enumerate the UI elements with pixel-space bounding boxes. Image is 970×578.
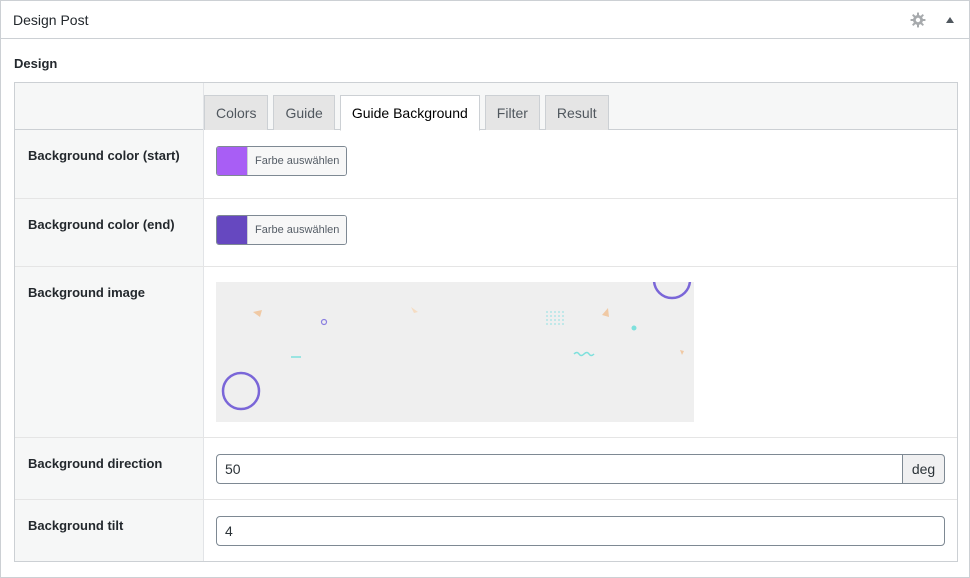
direction-input-group: 50 deg <box>216 454 945 484</box>
unit-addon: deg <box>903 454 945 484</box>
header-actions <box>907 1 961 39</box>
direction-input[interactable]: 50 <box>216 454 903 484</box>
field-cell <box>204 267 957 437</box>
row-background-direction: Background direction 50 deg <box>15 438 957 500</box>
field-label: Background image <box>15 267 204 437</box>
field-label: Background color (start) <box>15 130 204 198</box>
tabs-row: Colors Guide Guide Background Filter Res… <box>15 83 957 131</box>
tab-filter[interactable]: Filter <box>484 95 540 130</box>
color-picker-end[interactable]: Farbe auswählen <box>216 215 348 245</box>
field-cell: 4 <box>204 500 957 561</box>
field-cell: 50 deg <box>204 438 957 499</box>
color-swatch <box>217 147 248 175</box>
row-background-image: Background image <box>15 267 957 438</box>
field-label: Background color (end) <box>15 199 204 266</box>
tab-colors[interactable]: Colors <box>204 95 269 130</box>
tab-bar: Colors Guide Guide Background Filter Res… <box>204 95 609 131</box>
field-label: Background tilt <box>15 500 204 561</box>
metabox-header: Design Post <box>1 1 969 39</box>
row-background-tilt: Background tilt 4 <box>15 500 957 561</box>
tab-guide-background[interactable]: Guide Background <box>339 95 480 131</box>
gear-icon[interactable] <box>907 9 929 31</box>
metabox-title: Design Post <box>13 11 89 28</box>
background-image-preview[interactable] <box>216 282 694 422</box>
select-color-button[interactable]: Farbe auswählen <box>248 216 347 244</box>
row-background-color-start: Background color (start) Farbe auswählen <box>15 130 957 199</box>
tab-result[interactable]: Result <box>544 95 609 130</box>
field-label: Background direction <box>15 438 204 499</box>
color-swatch <box>217 216 248 244</box>
field-cell: Farbe auswählen <box>204 199 957 266</box>
row-background-color-end: Background color (end) Farbe auswählen <box>15 199 957 267</box>
tabs-row-label-cell <box>15 83 204 130</box>
section-label-design: Design <box>14 56 58 71</box>
tab-guide[interactable]: Guide <box>273 95 335 130</box>
design-settings-table: Colors Guide Guide Background Filter Res… <box>14 82 958 562</box>
select-color-button[interactable]: Farbe auswählen <box>248 147 347 175</box>
tilt-input[interactable]: 4 <box>216 516 945 546</box>
design-post-metabox: Design Post Design Colors Guide Guide Ba… <box>0 0 970 578</box>
field-cell: Farbe auswählen <box>204 130 957 198</box>
color-picker-start[interactable]: Farbe auswählen <box>216 146 348 176</box>
triangle-up-icon[interactable] <box>939 9 961 31</box>
